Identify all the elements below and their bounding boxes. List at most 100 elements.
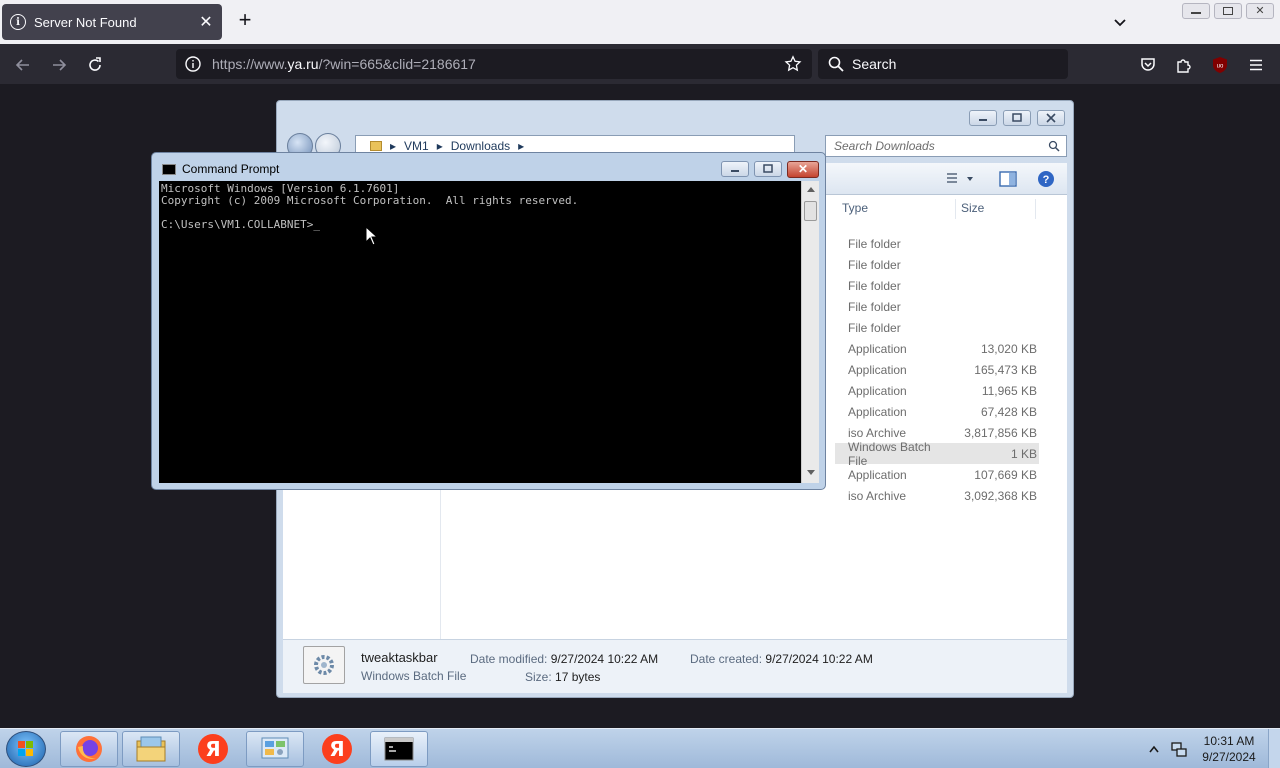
svg-text:uo: uo: [1217, 64, 1224, 70]
ublock-shield-icon: uo: [1213, 57, 1227, 73]
forward-button[interactable]: [48, 54, 70, 76]
taskbar-firefox[interactable]: [60, 731, 118, 767]
arrow-left-icon: [15, 59, 29, 71]
view-options-icon[interactable]: [945, 172, 975, 186]
pocket-button[interactable]: [1137, 54, 1159, 76]
browser-tab[interactable]: i Server Not Found ✕: [2, 4, 222, 40]
taskbar-explorer[interactable]: [122, 731, 180, 767]
taskbar-yandex[interactable]: Я: [308, 731, 366, 767]
yandex-icon: Я: [322, 734, 352, 764]
date-created-value: 9/27/2024 10:22 AM: [765, 652, 873, 666]
extensions-button[interactable]: [1173, 54, 1195, 76]
clock-time: 10:31 AM: [1203, 734, 1255, 748]
folder-icon: [136, 736, 166, 762]
file-row[interactable]: File folder: [835, 317, 1039, 338]
cmd-title-bar[interactable]: Command Prompt: [162, 162, 279, 176]
reload-button[interactable]: [84, 54, 106, 76]
close-tab-icon[interactable]: ✕: [198, 12, 214, 32]
preview-pane-icon[interactable]: [999, 171, 1017, 187]
selected-file-type: Windows Batch File: [361, 669, 467, 683]
url-bar[interactable]: https://www.ya.ru/?win=665&clid=2186617: [176, 49, 812, 79]
cmd-scrollbar-thumb[interactable]: [804, 201, 817, 221]
system-clock[interactable]: 10:31 AM 9/27/2024: [1194, 733, 1264, 765]
clock-date: 9/27/2024: [1202, 750, 1256, 764]
restore-button[interactable]: [1214, 3, 1242, 19]
close-icon: [1046, 113, 1056, 123]
file-row[interactable]: Application 67,428 KB: [835, 401, 1039, 422]
show-desktop-button[interactable]: [1268, 729, 1280, 768]
breadcrumb-separator-icon: ▸: [436, 139, 443, 153]
column-header-type[interactable]: Type: [842, 201, 868, 215]
url-text[interactable]: https://www.ya.ru/?win=665&clid=2186617: [212, 56, 476, 72]
network-icon[interactable]: [1170, 740, 1188, 758]
breadcrumb-downloads[interactable]: Downloads: [451, 139, 510, 153]
explorer-search-input[interactable]: Search Downloads: [825, 135, 1067, 157]
cmd-maximize-button[interactable]: [754, 161, 782, 177]
batch-file-gear-icon: [303, 646, 345, 684]
file-row[interactable]: File folder: [835, 296, 1039, 317]
close-icon: ✕: [1255, 5, 1265, 17]
file-row[interactable]: Windows Batch File 1 KB: [835, 440, 1039, 468]
scroll-up-icon[interactable]: [806, 185, 816, 193]
console-prompt[interactable]: C:\Users\VM1.COLLABNET>_: [161, 219, 799, 231]
search-placeholder: Search: [852, 56, 897, 72]
file-type: File folder: [848, 320, 901, 335]
minimize-button[interactable]: [1182, 3, 1210, 19]
file-size: 3,092,368 KB: [964, 488, 1037, 503]
help-icon[interactable]: ?: [1037, 170, 1055, 188]
file-row[interactable]: File folder: [835, 254, 1039, 275]
file-size: 165,473 KB: [974, 362, 1037, 377]
control-panel-icon: [261, 737, 289, 759]
taskbar-control-panel[interactable]: [246, 731, 304, 767]
scroll-down-icon[interactable]: [806, 469, 816, 477]
file-size-value: 17 bytes: [555, 670, 601, 684]
explorer-maximize-button[interactable]: [1003, 110, 1031, 126]
close-button[interactable]: ✕: [1246, 3, 1274, 19]
file-row[interactable]: iso Archive 3,092,368 KB: [835, 485, 1039, 506]
file-row[interactable]: Application 11,965 KB: [835, 380, 1039, 401]
ublock-button[interactable]: uo: [1209, 54, 1231, 76]
breadcrumb-vm1[interactable]: VM1: [404, 139, 429, 153]
bookmark-star-icon[interactable]: [784, 55, 802, 73]
list-tabs-button[interactable]: [1110, 12, 1130, 32]
cmd-close-button[interactable]: ✕: [787, 161, 819, 178]
search-bar[interactable]: Search: [818, 49, 1068, 79]
column-divider: [1035, 199, 1036, 219]
windows-logo-icon: [18, 741, 33, 756]
search-icon: [1048, 140, 1060, 152]
explorer-close-button[interactable]: [1037, 110, 1065, 126]
explorer-minimize-button[interactable]: [969, 110, 997, 126]
file-size: 1 KB: [1010, 446, 1037, 461]
info-icon[interactable]: [184, 55, 202, 73]
menu-button[interactable]: [1245, 54, 1267, 76]
reload-icon: [89, 57, 101, 71]
file-type: Application: [848, 404, 907, 419]
file-row[interactable]: Application 13,020 KB: [835, 338, 1039, 359]
file-row[interactable]: Application 165,473 KB: [835, 359, 1039, 380]
file-row[interactable]: Application 107,669 KB: [835, 464, 1039, 485]
browser-tab-strip: i Server Not Found ✕ + ✕: [0, 0, 1280, 44]
console-output[interactable]: Microsoft Windows [Version 6.1.7601] Copy…: [159, 181, 801, 483]
arrow-right-icon: [53, 59, 67, 71]
column-header-size[interactable]: Size: [961, 201, 984, 215]
command-prompt-window[interactable]: Command Prompt ✕ Microsoft Windows [Vers…: [151, 152, 826, 490]
start-button[interactable]: [6, 731, 46, 767]
back-button[interactable]: [12, 54, 34, 76]
cmd-minimize-button[interactable]: [721, 161, 749, 177]
minimize-icon: [1191, 12, 1201, 14]
column-divider: [955, 199, 956, 219]
cmd-scrollbar[interactable]: [801, 181, 819, 483]
gear-icon: [314, 655, 334, 675]
taskbar-yandex-browser[interactable]: Я: [184, 731, 242, 767]
url-path: /?win=665&clid=2186617: [318, 56, 476, 72]
new-tab-button[interactable]: +: [234, 9, 256, 32]
minimize-icon: [979, 119, 987, 121]
file-type: File folder: [848, 278, 901, 293]
taskbar-command-prompt[interactable]: [370, 731, 428, 767]
show-hidden-icons-icon[interactable]: [1148, 744, 1160, 754]
file-row[interactable]: File folder: [835, 275, 1039, 296]
console-line: Copyright (c) 2009 Microsoft Corporation…: [161, 194, 579, 207]
file-row[interactable]: File folder: [835, 233, 1039, 254]
file-type: File folder: [848, 257, 901, 272]
file-size: 67,428 KB: [980, 404, 1037, 419]
